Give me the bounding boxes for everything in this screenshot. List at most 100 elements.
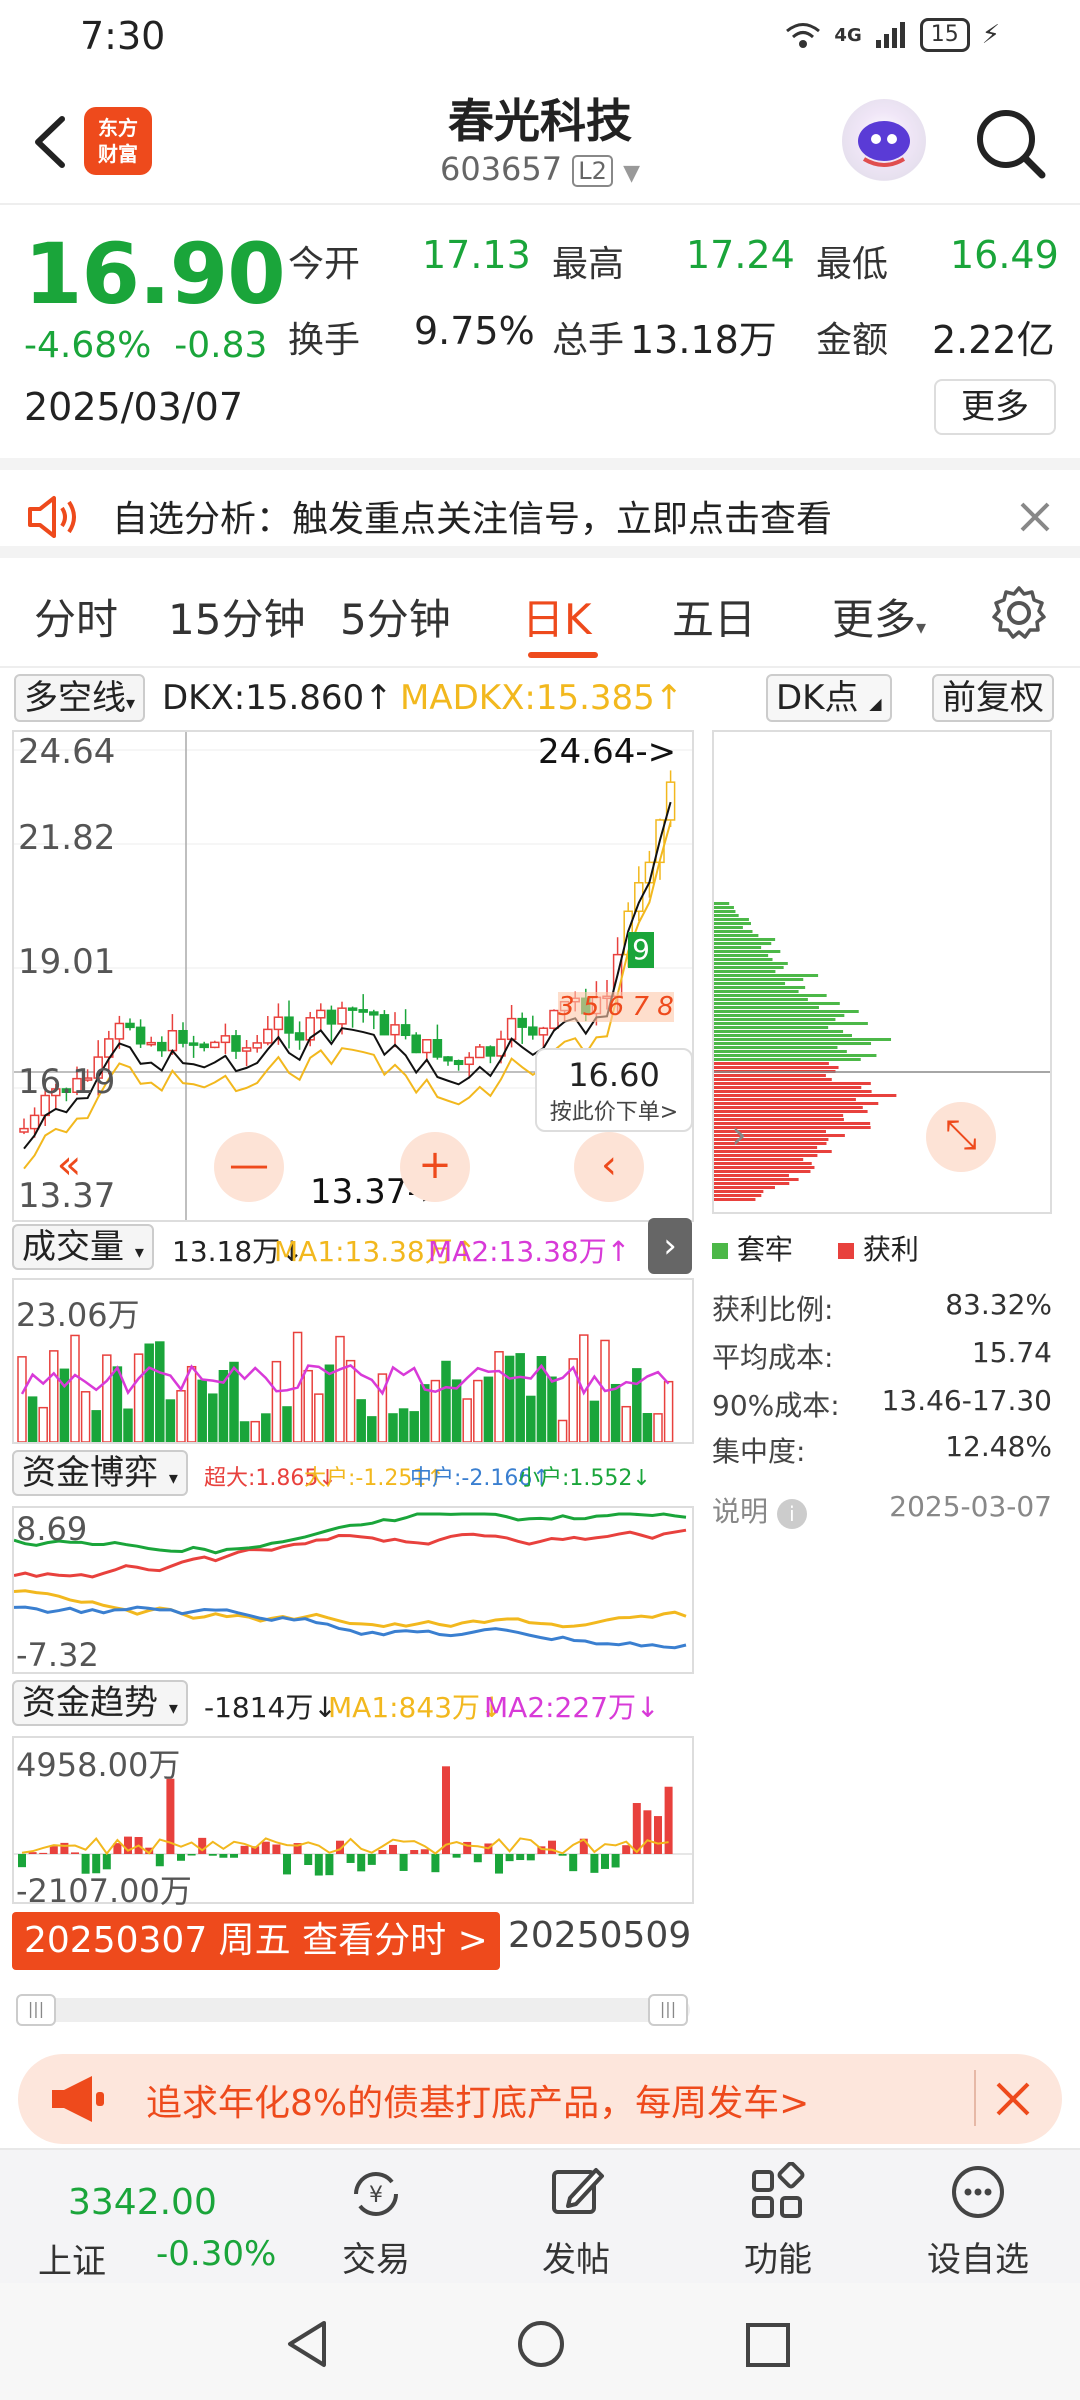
fund-axis-min: -7.32 — [16, 1636, 99, 1674]
move-left-button[interactable]: ‹ — [574, 1132, 644, 1202]
close-icon[interactable] — [994, 2080, 1032, 2118]
volume-bar — [473, 1379, 483, 1443]
promo-banner[interactable]: 追求年化8%的债基打底产品，每周发车> — [18, 2054, 1062, 2144]
volume-bar — [112, 1366, 123, 1443]
index-value: 3342.00 — [68, 2182, 217, 2223]
nav-post[interactable]: 发帖 — [496, 2150, 656, 2285]
chip-bar — [714, 978, 804, 981]
dk-point-dropdown[interactable]: DK点 ◢ — [766, 674, 892, 722]
fund-line — [13, 1512, 687, 1555]
candle-body — [453, 1060, 464, 1066]
expand-panel-chevron-icon[interactable]: › — [648, 1218, 692, 1274]
index-widget[interactable]: 3342.00 上证 -0.30% — [0, 2150, 300, 2285]
volume-bar — [324, 1364, 335, 1443]
nav-trade[interactable]: ¥ 交易 — [296, 2150, 456, 2285]
volume-ma2: MA2:13.38万↑ — [428, 1235, 631, 1268]
battery-icon: 15 — [919, 18, 970, 52]
volume-chart[interactable]: 23.06万 — [12, 1278, 694, 1444]
chip-bar — [714, 954, 769, 957]
robot-avatar-icon[interactable] — [842, 99, 926, 183]
analysis-alert[interactable]: 自选分析：触发重点关注信号，立即点击查看 — [0, 458, 1080, 558]
order-at-price-popup[interactable]: 16.60 按此价下单> — [535, 1048, 693, 1132]
zoom-out-button[interactable]: — — [214, 1132, 284, 1202]
tab-five-day[interactable]: 五日 — [672, 586, 756, 647]
tab-daily-k[interactable]: 日K — [522, 586, 592, 647]
more-quote-button[interactable]: 更多 — [934, 379, 1056, 435]
system-nav-bar — [0, 2283, 1080, 2400]
trend-bar — [548, 1840, 556, 1854]
volume-bar — [547, 1376, 557, 1443]
tab-more[interactable]: 更多▾ — [832, 586, 926, 647]
candle-body — [273, 1016, 284, 1031]
fund-trend-dropdown[interactable]: 资金趋势 ▾ — [12, 1680, 188, 1726]
volume-bar — [409, 1411, 419, 1443]
trend-bar — [325, 1854, 334, 1876]
kline-chart[interactable]: 24.64 21.82 19.01 16.19 13.37 24.64-> 13… — [12, 730, 694, 1222]
note-label[interactable]: 说明 i — [712, 1490, 807, 1530]
view-intraday-button[interactable]: 20250307 周五 查看分时 > — [12, 1912, 500, 1970]
chip-bar — [714, 922, 751, 925]
candle-body — [538, 1027, 549, 1036]
speaker-icon — [28, 496, 76, 538]
high-label: 最高 — [552, 244, 625, 285]
chip-bar — [714, 1190, 764, 1193]
volume-bar — [229, 1361, 239, 1443]
chevron-right-icon[interactable]: › — [704, 1102, 774, 1172]
fund-line — [13, 1528, 687, 1579]
close-icon[interactable] — [1018, 500, 1052, 534]
amount-label: 金额 — [816, 320, 889, 361]
grid-icon — [752, 2162, 805, 2218]
nav-functions[interactable]: 功能 — [698, 2150, 858, 2285]
chip-bar — [714, 1062, 829, 1065]
profit-swatch — [838, 1243, 854, 1259]
dropdown-icon: ▾ — [134, 1242, 144, 1263]
search-icon[interactable] — [970, 103, 1050, 183]
volume-axis-max: 23.06万 — [16, 1296, 140, 1334]
indicator-dropdown[interactable]: 多空线▾ — [14, 674, 146, 722]
volume-bar — [186, 1365, 197, 1443]
promo-text: 追求年化8%的债基打底产品，每周发车> — [146, 2083, 810, 2124]
fund-game-dropdown[interactable]: 资金博弈 ▾ — [12, 1450, 188, 1496]
range-handle-right[interactable]: ||| — [648, 1994, 688, 2026]
nav-recents-icon[interactable] — [744, 2321, 792, 2369]
chip-distribution-chart[interactable]: › ⤡ — [712, 730, 1052, 1214]
stock-header: 东方 财富 春光科技 603657 L2 ▼ — [0, 75, 1080, 205]
chip-bar — [714, 926, 743, 929]
volume-bar — [155, 1341, 165, 1443]
nav-home-icon[interactable] — [516, 2319, 566, 2369]
trend-bar — [526, 1854, 535, 1861]
trend-bar — [601, 1854, 609, 1869]
volume-bar — [17, 1356, 27, 1443]
trend-bar — [304, 1854, 313, 1866]
fund-game-chart[interactable]: 8.69 -7.32 — [12, 1506, 694, 1674]
settings-gear-icon[interactable] — [990, 584, 1048, 642]
tab-15min[interactable]: 15分钟 — [168, 586, 305, 647]
volume-bar — [314, 1393, 324, 1443]
chart-range-scrollbar[interactable]: ||| ||| — [16, 1994, 690, 2026]
candle-body — [528, 1026, 538, 1036]
stock-code: 603657 — [439, 150, 563, 188]
volume-dropdown[interactable]: 成交量 ▾ — [12, 1224, 154, 1270]
tab-intraday[interactable]: 分时 — [34, 586, 118, 647]
expand-icon[interactable]: ⤡ — [926, 1102, 996, 1172]
candle-body — [347, 1007, 358, 1011]
adjust-dropdown[interactable]: 前复权 — [932, 674, 1054, 722]
high-price-marker: 24.64-> — [538, 732, 677, 772]
range-handle-left[interactable]: ||| — [16, 1994, 56, 2026]
scroll-left-icon[interactable]: « — [34, 1132, 104, 1202]
nav-back-icon[interactable] — [284, 2319, 330, 2369]
tab-5min[interactable]: 5分钟 — [340, 586, 451, 647]
chip-bar — [714, 902, 730, 905]
fund-trend-chart[interactable]: 4958.00万 -2107.00万 — [12, 1736, 694, 1910]
candle-body — [316, 1009, 326, 1019]
trend-bar — [283, 1854, 291, 1875]
nav-add-watchlist[interactable]: 设自选 — [898, 2150, 1058, 2285]
volume-bar — [589, 1400, 600, 1443]
chip-bar — [714, 1002, 840, 1005]
candle-body — [464, 1056, 474, 1066]
chip-bar — [714, 1006, 819, 1009]
trend-axis-min: -2107.00万 — [16, 1872, 192, 1910]
trade-icon: ¥ — [354, 2172, 398, 2216]
zoom-in-button[interactable]: + — [400, 1132, 470, 1202]
chip-bar — [714, 1014, 845, 1017]
